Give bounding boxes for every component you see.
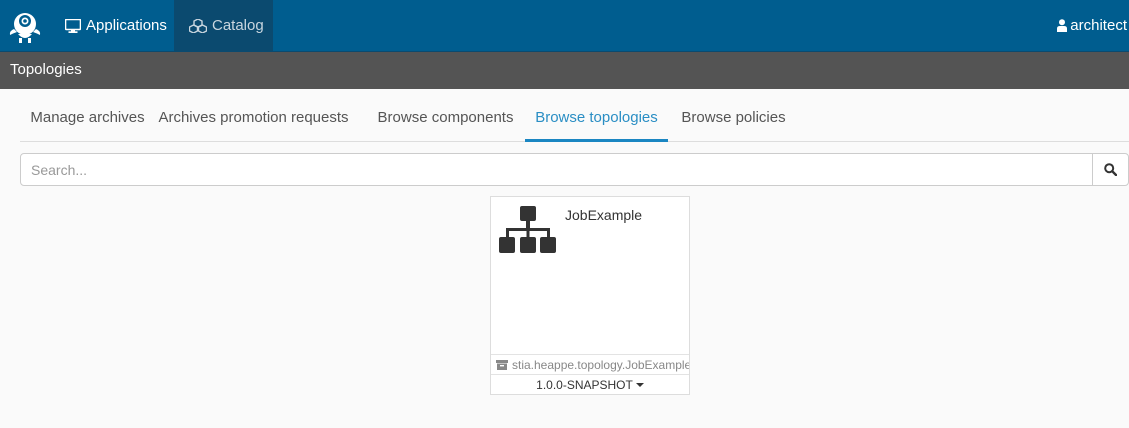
search-input[interactable] xyxy=(20,153,1093,186)
nav-catalog[interactable]: Catalog xyxy=(174,0,273,51)
topology-archive: stia.heappe.topology.JobExample xyxy=(491,354,689,374)
search-bar xyxy=(20,153,1129,186)
nav-applications[interactable]: Applications xyxy=(54,0,178,51)
catalog-tabs: Manage archives Archives promotion reque… xyxy=(20,95,1129,142)
nav-catalog-label: Catalog xyxy=(212,17,264,34)
sitemap-icon xyxy=(499,206,556,253)
tab-manage-archives[interactable]: Manage archives xyxy=(20,95,155,142)
cubes-icon xyxy=(189,18,207,33)
topology-name: JobExample xyxy=(565,207,643,223)
user-icon xyxy=(1057,19,1068,32)
topology-archive-name: stia.heappe.topology.JobExample xyxy=(512,357,689,372)
tab-archives-promotion-requests[interactable]: Archives promotion requests xyxy=(157,95,350,142)
top-navbar: Applications Catalog architect xyxy=(0,0,1129,52)
topology-card[interactable]: JobExample stia.heappe.topology.JobExamp… xyxy=(490,196,690,395)
monitor-icon xyxy=(65,18,81,33)
user-name: architect xyxy=(1070,17,1127,34)
search-icon xyxy=(1104,163,1117,176)
tab-browse-components[interactable]: Browse components xyxy=(365,95,526,142)
archive-icon xyxy=(496,359,508,370)
version-label: 1.0.0-SNAPSHOT xyxy=(536,377,633,392)
tab-browse-topologies[interactable]: Browse topologies xyxy=(525,95,668,142)
page-title: Topologies xyxy=(10,61,82,78)
version-dropdown[interactable]: 1.0.0-SNAPSHOT xyxy=(491,374,689,394)
tab-browse-policies[interactable]: Browse policies xyxy=(670,95,797,142)
page-subheader: Topologies xyxy=(0,52,1129,89)
user-menu[interactable]: architect xyxy=(1057,0,1127,51)
alien4cloud-logo-icon[interactable] xyxy=(6,7,44,45)
nav-applications-label: Applications xyxy=(86,17,167,34)
search-button[interactable] xyxy=(1092,153,1129,186)
caret-down-icon xyxy=(635,382,644,387)
